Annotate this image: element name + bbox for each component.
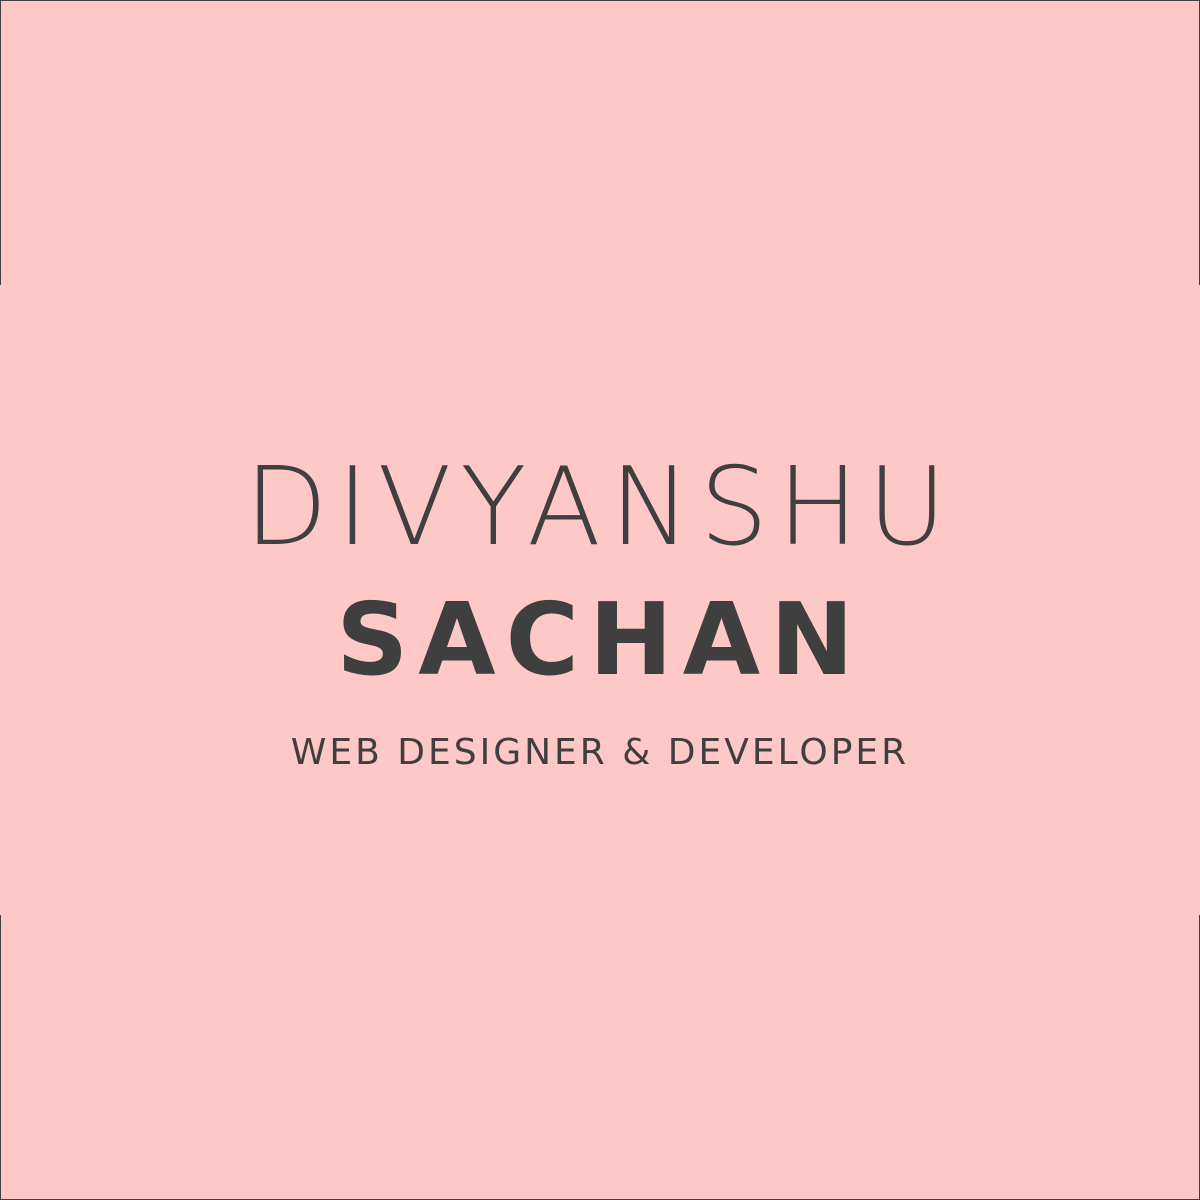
tagline: WEB DESIGNER & DEVELOPER xyxy=(290,732,910,773)
left-border-bottom xyxy=(0,915,1,1200)
last-name: SACHAN xyxy=(336,581,864,698)
logo-card: DIVYANSHU SACHAN WEB DESIGNER & DEVELOPE… xyxy=(0,0,1200,1200)
first-name: DIVYANSHU xyxy=(244,445,956,570)
top-border xyxy=(0,0,1200,1)
left-border-top xyxy=(0,0,1,285)
